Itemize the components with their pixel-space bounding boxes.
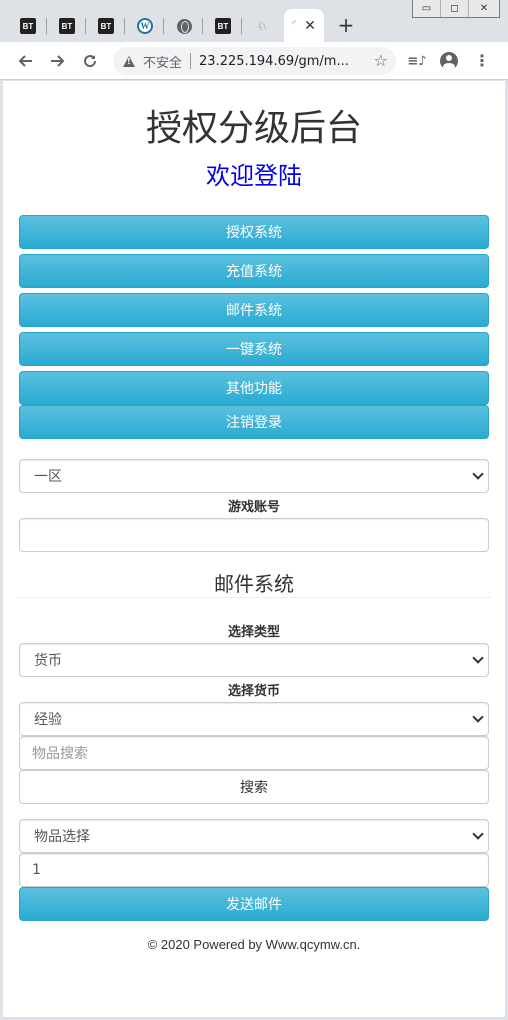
- page-title: 授权分级后台: [145, 108, 362, 149]
- one-click-system-button[interactable]: 一键系统: [19, 332, 489, 366]
- chevron-down-icon: [472, 468, 484, 480]
- divider: [17, 597, 491, 598]
- item-select-value: 物品选择: [34, 829, 90, 845]
- active-browser-tab[interactable]: ◜ ✕: [284, 9, 324, 42]
- send-mail-button[interactable]: 发送邮件: [19, 887, 489, 921]
- new-tab-button[interactable]: +: [336, 14, 356, 36]
- browser-tab[interactable]: ♘: [243, 10, 281, 42]
- chevron-down-icon: [472, 711, 484, 723]
- close-tab-icon[interactable]: ✕: [304, 18, 316, 34]
- quantity-input[interactable]: 1: [19, 853, 489, 887]
- window-controls: ▭ ◻ ✕: [412, 0, 500, 18]
- bt-icon: BT: [98, 18, 114, 34]
- page-content: 授权分级后台 欢迎登陆 授权系统 充值系统 邮件系统 一键系统 其他功能 注销登…: [3, 81, 505, 1017]
- logout-button[interactable]: 注销登录: [19, 405, 489, 439]
- address-bar[interactable]: 不安全 23.225.194.69/gm/m... ☆: [113, 47, 396, 75]
- welcome-link[interactable]: 欢迎登陆: [3, 156, 505, 191]
- back-icon[interactable]: [13, 49, 37, 73]
- currency-select-value: 经验: [34, 712, 62, 728]
- security-label[interactable]: 不安全: [143, 52, 182, 71]
- loading-icon: ◜: [292, 18, 296, 30]
- site-favicon-icon: ♘: [256, 19, 268, 33]
- browser-tab[interactable]: W: [126, 10, 164, 42]
- type-label: 选择类型: [227, 625, 280, 640]
- minimize-icon[interactable]: ▭: [413, 0, 441, 17]
- browser-tab[interactable]: [165, 10, 203, 42]
- currency-label: 选择货币: [227, 684, 280, 699]
- server-select-value: 一区: [34, 469, 62, 485]
- mail-system-button[interactable]: 邮件系统: [19, 293, 489, 327]
- browser-tab[interactable]: BT: [9, 10, 47, 42]
- chevron-down-icon: [472, 652, 484, 664]
- item-search-input[interactable]: 物品搜索: [19, 736, 489, 770]
- browser-tab[interactable]: BT: [204, 10, 242, 42]
- browser-toolbar: 不安全 23.225.194.69/gm/m... ☆ ≡♪ ⋮: [0, 42, 508, 80]
- section-title: 邮件系统: [214, 572, 294, 596]
- close-window-icon[interactable]: ✕: [469, 0, 499, 17]
- warning-icon: [123, 55, 135, 67]
- recharge-system-button[interactable]: 充值系统: [19, 254, 489, 288]
- reload-icon[interactable]: [78, 49, 102, 73]
- menu-kebab-icon[interactable]: ⋮: [471, 50, 493, 72]
- tab-strip: ▭ ◻ ✕ BT BT BT W BT ♘ ◜ ✕ +: [0, 0, 508, 42]
- chevron-down-icon: [472, 828, 484, 840]
- account-label: 游戏账号: [227, 500, 280, 515]
- url-text[interactable]: 23.225.194.69/gm/m...: [199, 54, 354, 69]
- bookmark-star-icon[interactable]: ☆: [374, 51, 388, 70]
- bt-icon: BT: [20, 18, 36, 34]
- globe-icon: [176, 18, 192, 34]
- type-select[interactable]: 货币: [19, 643, 489, 677]
- profile-avatar[interactable]: [438, 50, 460, 72]
- item-select[interactable]: 物品选择: [19, 819, 489, 853]
- currency-select[interactable]: 经验: [19, 702, 489, 736]
- profile-icon: [440, 52, 458, 70]
- search-button[interactable]: 搜索: [19, 770, 489, 804]
- wordpress-icon: W: [137, 18, 153, 34]
- auth-system-button[interactable]: 授权系统: [19, 215, 489, 249]
- maximize-icon[interactable]: ◻: [441, 0, 469, 17]
- server-select[interactable]: 一区: [19, 459, 489, 493]
- other-functions-button[interactable]: 其他功能: [19, 371, 489, 405]
- browser-tab[interactable]: BT: [87, 10, 125, 42]
- bt-icon: BT: [59, 18, 75, 34]
- account-input[interactable]: [19, 518, 489, 552]
- footer-copyright: © 2020 Powered by Www.qcymw.cn.: [147, 937, 361, 952]
- type-select-value: 货币: [34, 653, 62, 669]
- divider: [190, 53, 192, 69]
- media-control-icon[interactable]: ≡♪: [406, 50, 428, 72]
- bt-icon: BT: [215, 18, 231, 34]
- forward-icon[interactable]: [46, 49, 70, 73]
- browser-tab[interactable]: BT: [48, 10, 86, 42]
